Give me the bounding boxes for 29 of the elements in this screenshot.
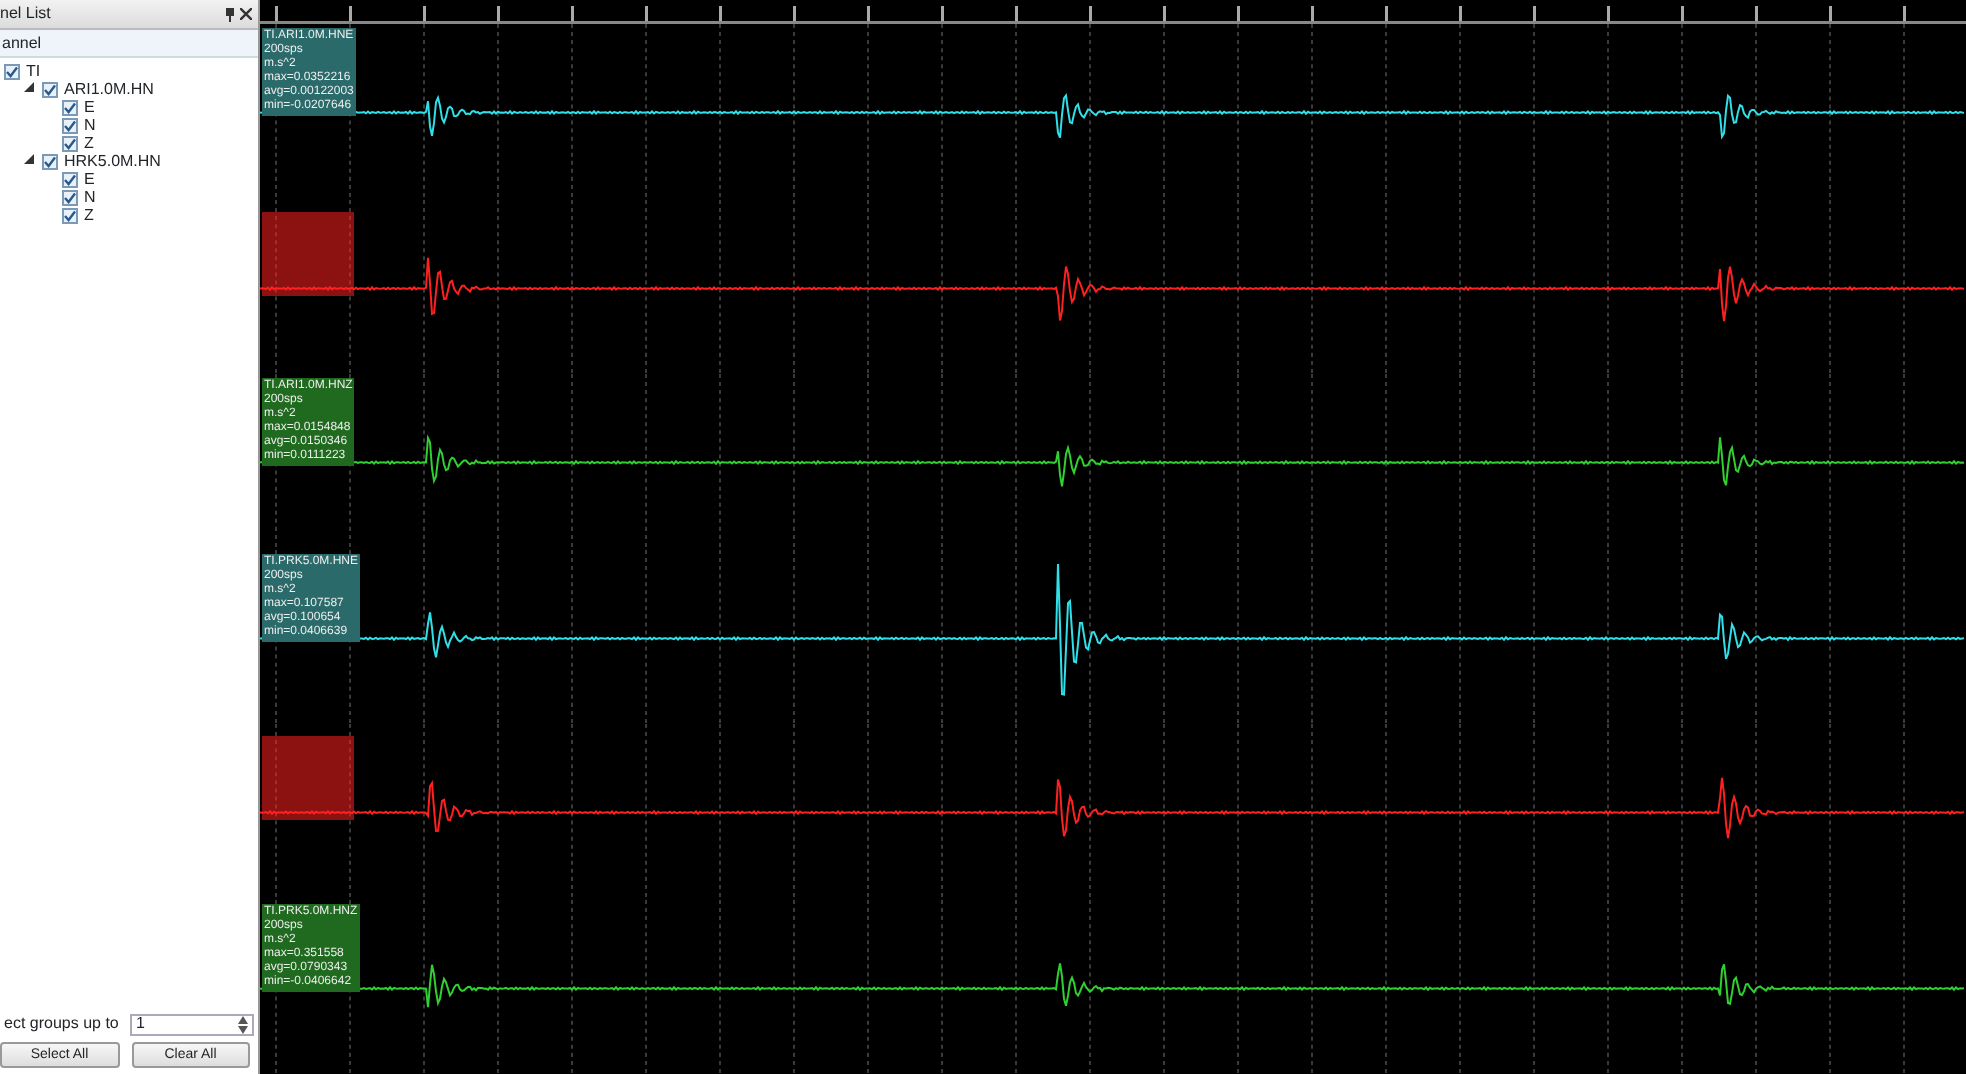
checkbox[interactable] — [42, 153, 58, 169]
tree-item[interactable]: TI — [26, 59, 41, 83]
tree-item[interactable]: E — [84, 95, 95, 119]
pin-icon[interactable] — [224, 7, 236, 21]
checkbox[interactable] — [62, 117, 78, 133]
checkbox[interactable] — [4, 63, 20, 79]
column-header[interactable]: annel — [2, 31, 42, 55]
tree-item[interactable]: Z — [84, 131, 94, 155]
checkbox[interactable] — [62, 99, 78, 115]
panel-title: nel List — [0, 2, 51, 26]
tree-item[interactable]: N — [84, 113, 96, 137]
expanded-arrow-icon[interactable] — [24, 81, 34, 92]
tree-item[interactable]: N — [84, 185, 96, 209]
checkbox[interactable] — [62, 135, 78, 151]
tree-item[interactable]: E — [84, 167, 95, 191]
expanded-arrow-icon[interactable] — [24, 153, 34, 164]
tree-item[interactable]: HRK5.0M.HN — [64, 149, 161, 173]
close-icon[interactable] — [240, 8, 252, 20]
spin-arrows-icon[interactable] — [238, 1015, 248, 1033]
label-block — [262, 211, 354, 295]
checkbox[interactable] — [62, 207, 78, 223]
checkbox[interactable] — [62, 171, 78, 187]
tree-item[interactable]: Z — [84, 203, 94, 227]
checkbox[interactable] — [42, 81, 58, 97]
checkbox[interactable] — [62, 189, 78, 205]
label-block — [262, 736, 354, 820]
tree-item[interactable]: ARI1.0M.HN — [64, 77, 154, 101]
group-label: ect groups up to — [4, 1012, 119, 1036]
group-spinner[interactable]: 1 — [130, 1013, 254, 1035]
